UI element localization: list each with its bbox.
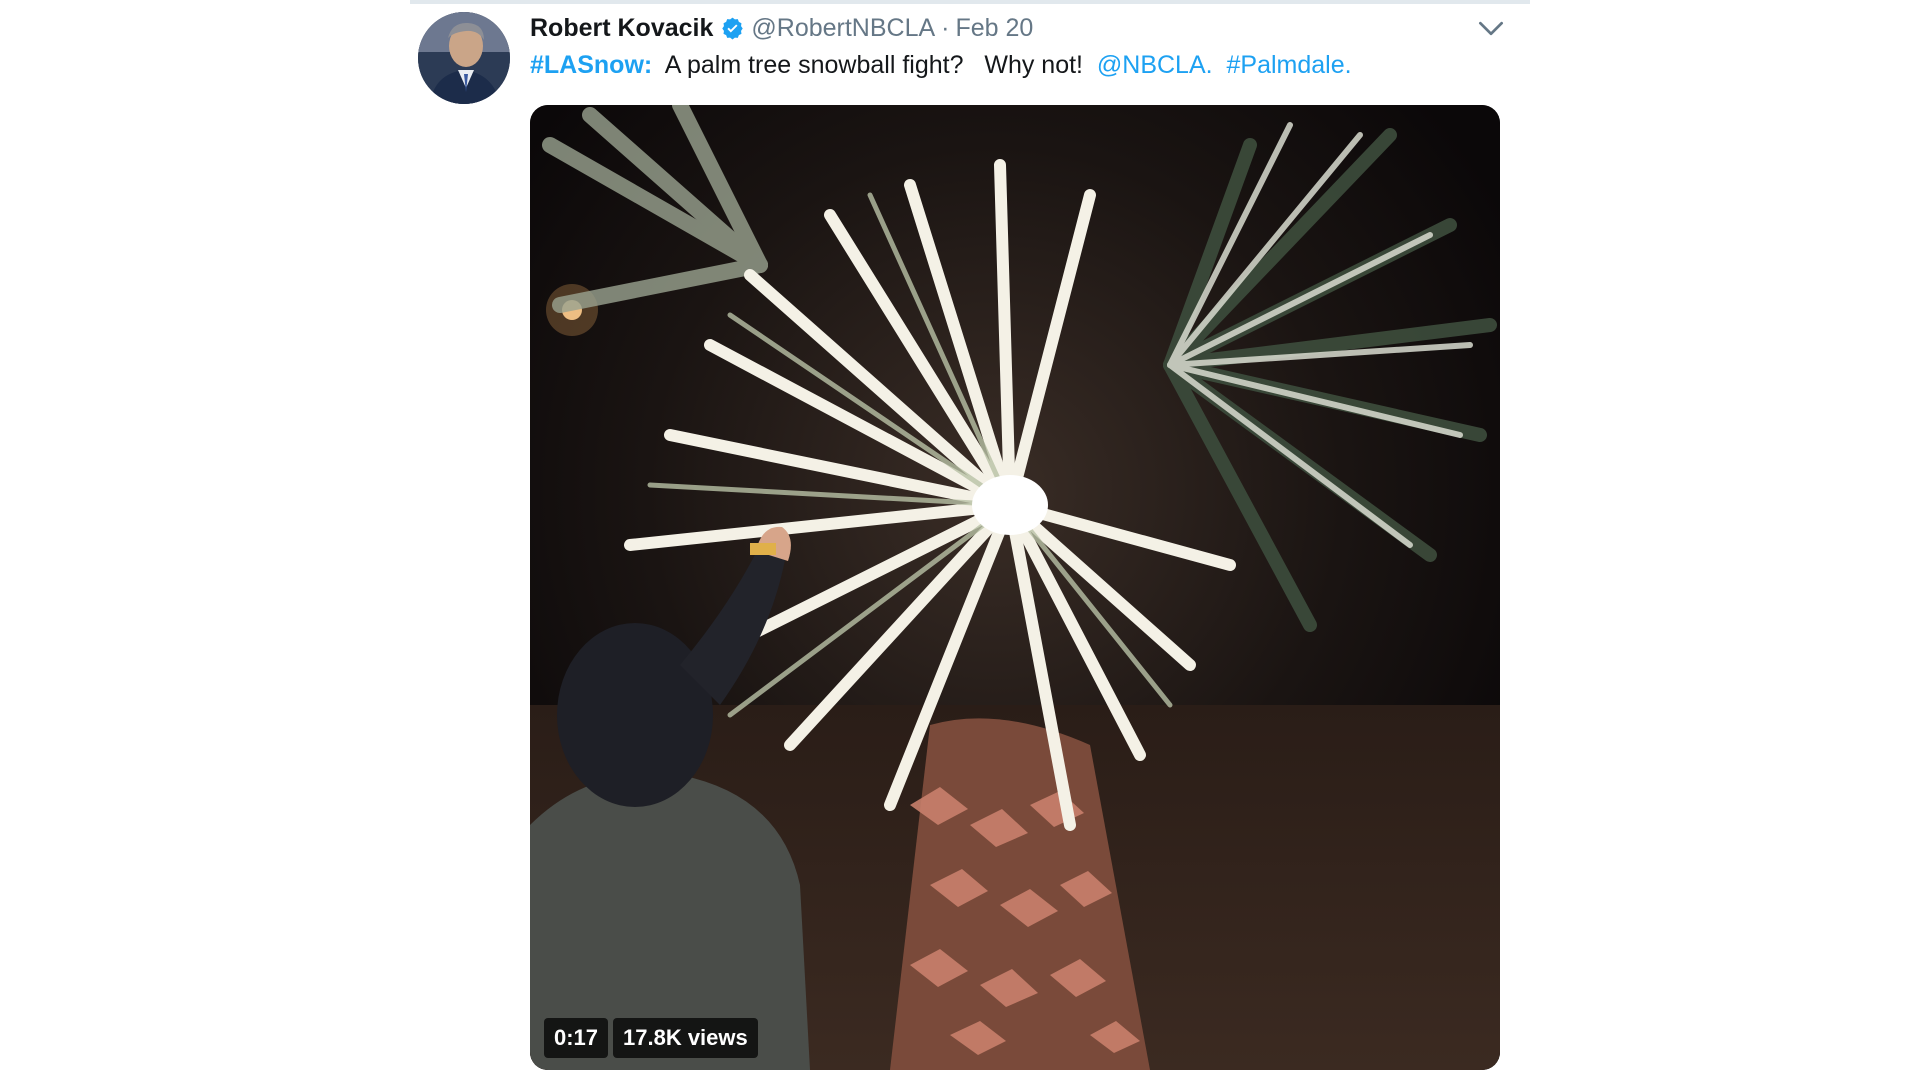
- screen: Robert Kovacik @RobertNBCLA · Feb 20 #LA…: [0, 0, 1920, 1080]
- avatar-portrait: [418, 12, 510, 104]
- header-separator: ·: [941, 13, 950, 42]
- tweet-more-menu-button[interactable]: [1476, 16, 1506, 40]
- mention-nbcla[interactable]: @NBCLA.: [1097, 51, 1213, 80]
- tweet-card[interactable]: Robert Kovacik @RobertNBCLA · Feb 20 #LA…: [410, 0, 1530, 1080]
- author-handle[interactable]: @RobertNBCLA: [751, 14, 935, 43]
- tweet-date[interactable]: Feb 20: [956, 14, 1034, 43]
- video-player[interactable]: 0:17 17.8K views: [530, 105, 1500, 1070]
- video-frame-image: [530, 105, 1500, 1070]
- video-views-badge: 17.8K views: [613, 1018, 758, 1058]
- tweet-body-text: A palm tree snowball fight? Why not!: [652, 50, 1097, 79]
- hashtag-lasnow[interactable]: #LASnow:: [530, 51, 652, 80]
- video-duration-badge: 0:17: [544, 1018, 609, 1058]
- verified-badge-icon: [720, 16, 745, 41]
- top-divider: [410, 0, 1530, 4]
- author-avatar[interactable]: [418, 12, 510, 104]
- tweet-spacer-text: [1213, 51, 1227, 80]
- tweet-header: Robert Kovacik @RobertNBCLA · Feb 20: [530, 12, 1033, 44]
- chevron-down-icon: [1478, 21, 1504, 35]
- tweet-text: #LASnow: A palm tree snowball fight? Why…: [530, 48, 1352, 82]
- author-display-name[interactable]: Robert Kovacik: [530, 14, 713, 43]
- hashtag-palmdale[interactable]: #Palmdale.: [1226, 51, 1351, 80]
